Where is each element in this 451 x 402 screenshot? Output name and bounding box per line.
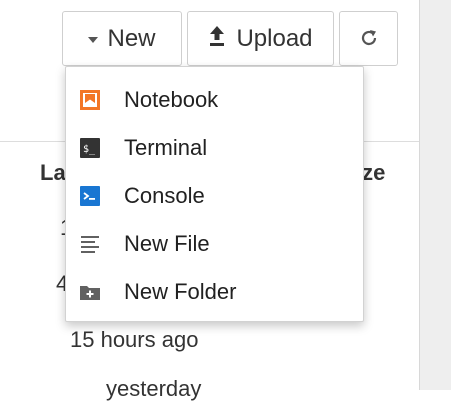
new-folder-icon [78, 280, 102, 304]
refresh-icon [359, 26, 379, 52]
list-item-modified-time: yesterday [106, 376, 202, 401]
terminal-icon: $_ [78, 136, 102, 160]
menu-item-label: Console [124, 183, 205, 208]
menu-item-label: Notebook [124, 87, 219, 112]
new-button[interactable]: New [62, 11, 182, 66]
adjacent-pane [419, 0, 451, 390]
menu-item-terminal[interactable]: $_ Terminal [66, 125, 363, 171]
menu-item-label: Terminal [124, 135, 208, 160]
console-icon [78, 184, 102, 208]
menu-item-new-file[interactable]: New File [66, 221, 363, 267]
caret-down-icon [88, 36, 99, 43]
menu-item-label: New Folder [124, 279, 237, 304]
new-dropdown-menu: Notebook $_ Terminal Console New File Ne… [65, 66, 364, 322]
menu-item-console[interactable]: Console [66, 173, 363, 219]
menu-item-new-folder[interactable]: New Folder [66, 269, 363, 315]
notebook-icon [78, 88, 102, 112]
list-item-modified-time: 15 hours ago [70, 327, 199, 352]
menu-item-notebook[interactable]: Notebook [66, 77, 363, 123]
refresh-button[interactable] [339, 11, 398, 66]
menu-item-label: New File [124, 231, 210, 256]
file-text-icon [78, 232, 102, 256]
upload-button-label: Upload [236, 24, 313, 52]
svg-text:$_: $_ [83, 144, 96, 155]
column-header-last-modified[interactable]: La [40, 160, 66, 186]
upload-icon [208, 25, 226, 52]
upload-button[interactable]: Upload [187, 11, 334, 66]
new-button-label: New [107, 24, 156, 52]
